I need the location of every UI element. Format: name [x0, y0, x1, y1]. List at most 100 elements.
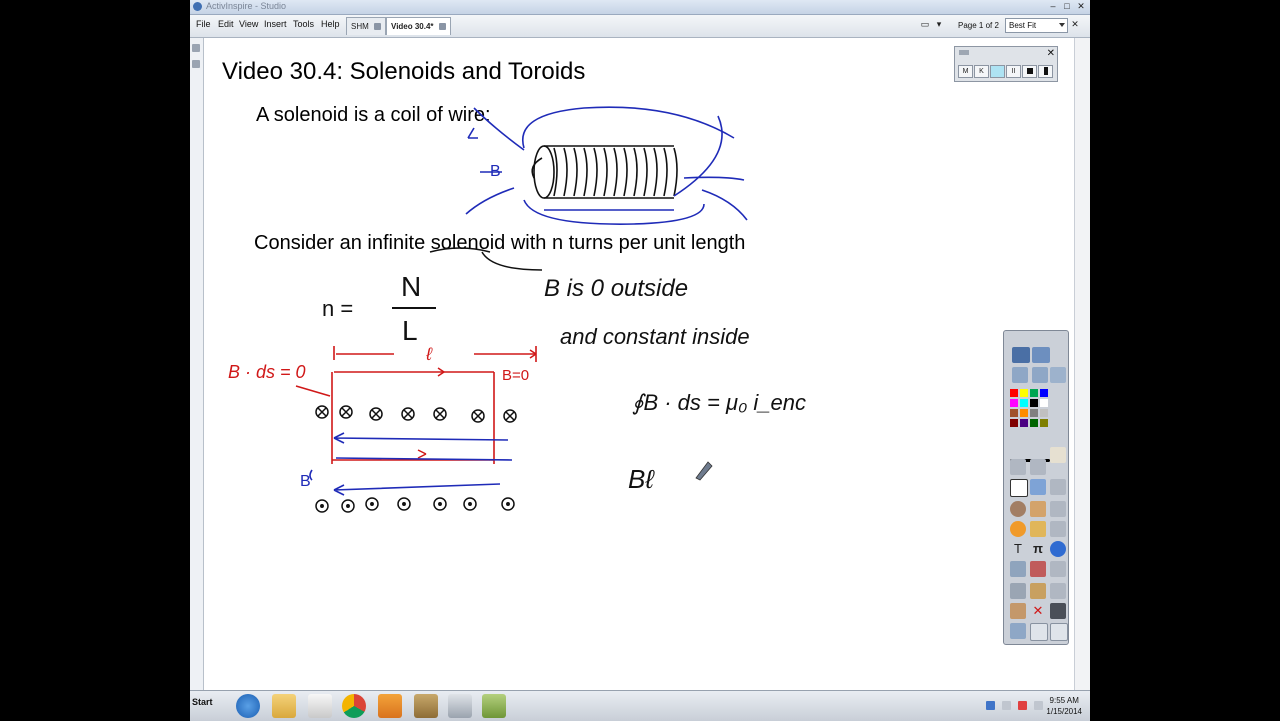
color-swatch[interactable] [1020, 419, 1028, 427]
tab-close-icon[interactable] [374, 23, 382, 31]
undo-icon[interactable] [1030, 561, 1046, 577]
pin-icon[interactable] [192, 44, 200, 52]
main-menu-icon[interactable] [1012, 347, 1030, 363]
menu-file[interactable]: File [196, 19, 211, 29]
browsers-icon[interactable] [1032, 347, 1050, 363]
spotlight-icon[interactable] [1050, 583, 1066, 599]
current-into-page-row [315, 405, 517, 423]
color-swatch[interactable] [1010, 389, 1018, 397]
camera-icon[interactable] [1030, 521, 1046, 537]
outlook-icon[interactable] [378, 694, 402, 718]
clipboard-icon[interactable] [1050, 447, 1066, 463]
pin-toolbox-icon[interactable] [1010, 623, 1026, 639]
internet-explorer-icon[interactable] [236, 694, 260, 718]
tab-shm[interactable]: SHM [346, 17, 387, 35]
color-swatch[interactable] [1030, 409, 1038, 417]
clear-icon[interactable] [1050, 603, 1066, 619]
tab-video-30-4[interactable]: Video 30.4* [386, 17, 451, 35]
highlighter-icon[interactable] [1030, 459, 1046, 475]
menu-help[interactable]: Help [321, 19, 340, 29]
hw-denominator: L [402, 315, 418, 346]
prev-page-icon[interactable] [1012, 367, 1028, 383]
b-label-solenoid: B [490, 163, 501, 180]
maximize-button[interactable]: □ [1060, 1, 1074, 12]
reset-icon[interactable] [1010, 583, 1026, 599]
color-swatch[interactable] [1010, 409, 1018, 417]
line-icon[interactable] [1050, 521, 1066, 537]
b-label-inside: B [300, 473, 311, 490]
color-swatch[interactable] [1030, 419, 1038, 427]
recorder-button-m[interactable]: M [958, 65, 973, 78]
print-icon[interactable] [1050, 623, 1068, 641]
vertical-scrollbar[interactable] [1074, 38, 1090, 690]
screen-shade-icon[interactable] [1030, 583, 1046, 599]
color-swatch[interactable] [1020, 399, 1028, 407]
menu-insert[interactable]: Insert [264, 19, 287, 29]
tab-close-icon[interactable] [438, 23, 446, 31]
menu-view[interactable]: View [239, 19, 258, 29]
tray-volume-icon[interactable] [1034, 701, 1043, 710]
layout-icon[interactable]: ▭ [918, 19, 932, 30]
select-icon[interactable] [1010, 459, 1026, 475]
tray-arrow-icon[interactable] [986, 701, 995, 710]
media-player-icon[interactable] [308, 694, 332, 718]
start-button[interactable]: Start [192, 697, 213, 707]
zoom-select[interactable]: Best Fit [1005, 18, 1068, 33]
recorder-button-camera[interactable] [1038, 65, 1053, 78]
connector-icon[interactable] [1050, 501, 1066, 517]
color-swatch[interactable] [1030, 399, 1038, 407]
color-swatch[interactable] [1010, 399, 1018, 407]
doc-close-button[interactable]: ✕ [1068, 19, 1082, 30]
left-panel-strip[interactable] [190, 38, 204, 690]
pen-icon[interactable] [1010, 479, 1028, 497]
flipchart-page[interactable]: Video 30.4: Solenoids and Toroids A sole… [204, 38, 1074, 690]
recorder-button-pause[interactable]: II [1006, 65, 1021, 78]
revealer-icon[interactable] [1010, 603, 1026, 619]
page-icon[interactable] [1050, 367, 1066, 383]
desktop-annotate-icon[interactable] [1030, 623, 1048, 641]
math-tool-icon[interactable]: π [1030, 541, 1046, 557]
chrome-icon[interactable] [342, 694, 366, 718]
handwriting-layer: B n = N L B is 0 outside and constant in… [228, 106, 806, 513]
app-icon-green[interactable] [482, 694, 506, 718]
window-title: ActivInspire - Studio [206, 1, 287, 11]
redo-icon[interactable] [1050, 561, 1066, 577]
panel-icon[interactable] [192, 60, 200, 68]
tray-network-icon[interactable] [1002, 701, 1011, 710]
hw-bdotds-zero: B · ds = 0 [228, 362, 306, 382]
color-swatch[interactable] [1010, 419, 1018, 427]
color-swatch[interactable] [1040, 399, 1048, 407]
recorder-button-stop[interactable] [1022, 65, 1037, 78]
color-swatch[interactable] [1020, 389, 1028, 397]
color-swatch[interactable] [1040, 409, 1048, 417]
file-explorer-icon[interactable] [272, 694, 296, 718]
shape-icon[interactable] [1030, 501, 1046, 517]
text-tool-icon[interactable]: T [1010, 541, 1026, 557]
color-swatch[interactable] [1020, 409, 1028, 417]
recorder-close-icon[interactable]: ✕ [1047, 48, 1055, 59]
current-out-of-page-row [315, 497, 515, 513]
close-button[interactable]: ✕ [1074, 1, 1088, 12]
marker-icon[interactable] [1050, 479, 1066, 495]
color-swatch[interactable] [1040, 389, 1048, 397]
hw-ampere-law: ∮B · ds = μ₀ i_enc [632, 390, 806, 415]
fill-icon[interactable] [1010, 501, 1026, 517]
menu-tools[interactable]: Tools [293, 19, 314, 29]
magic-ink-icon[interactable] [1010, 521, 1026, 537]
recorder-button-record[interactable] [990, 65, 1005, 78]
system-clock[interactable]: 9:55 AM 1/15/2014 [1046, 695, 1082, 717]
resources-icon[interactable] [1010, 561, 1026, 577]
notes-icon[interactable] [414, 694, 438, 718]
activinspire-taskbar-icon[interactable] [448, 694, 472, 718]
minimize-button[interactable]: – [1046, 1, 1060, 12]
tray-alert-icon[interactable] [1018, 701, 1027, 710]
color-swatch[interactable] [1030, 389, 1038, 397]
delete-icon[interactable]: ✕ [1030, 603, 1046, 619]
next-page-icon[interactable] [1032, 367, 1048, 383]
eraser-icon[interactable] [1030, 479, 1046, 495]
recorder-button-k[interactable]: K [974, 65, 989, 78]
color-swatch[interactable] [1040, 419, 1048, 427]
help-icon[interactable] [1050, 541, 1066, 557]
page-down-icon[interactable]: ▾ [932, 19, 946, 30]
menu-edit[interactable]: Edit [218, 19, 234, 29]
